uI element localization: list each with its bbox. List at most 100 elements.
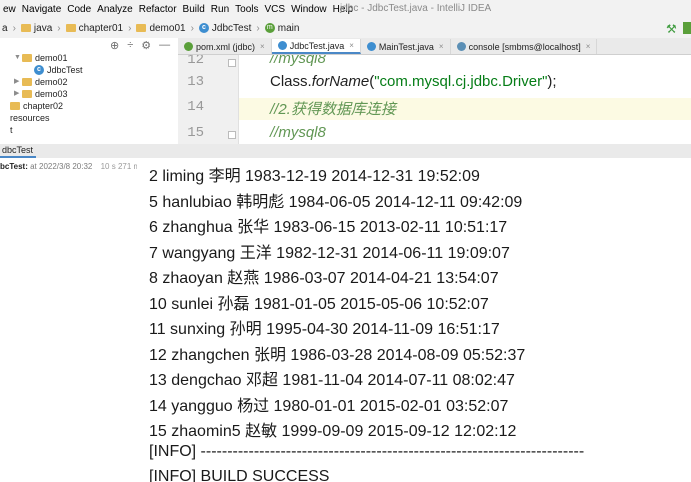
editor-tabs: pom.xml (jdbc) × JdbcTest.java × MainTest.ja… — [178, 38, 691, 55]
console-line: 13 dengchao 邓超 1981-11-04 2014-07-11 08:… — [149, 372, 515, 389]
folder-icon — [136, 24, 147, 32]
editor-tab-label: MainTest.java — [378, 41, 434, 52]
menu-view[interactable]: ew — [0, 4, 19, 15]
project-tree-label: t — [10, 125, 13, 135]
editor-tab-label: JdbcTest.java — [289, 40, 345, 51]
class-icon: c — [198, 23, 209, 33]
chevron-right-icon[interactable]: ▶ — [14, 88, 22, 100]
menu-bar: ew Navigate Code Analyze Refactor Build … — [0, 0, 691, 18]
class-icon — [277, 41, 287, 50]
fold-marker-icon[interactable] — [228, 131, 236, 139]
line-number-gutter: 12 13 14 15 — [178, 55, 239, 144]
project-tree-item[interactable]: resources — [0, 112, 178, 124]
gear-icon[interactable]: ⚙ — [141, 39, 151, 52]
chevron-right-icon: › — [57, 22, 61, 34]
window-title: jdbc - JdbcTest.java - IntelliJ IDEA — [340, 3, 492, 14]
project-tree-item[interactable]: ▼ demo01 — [0, 52, 178, 64]
line-number: 13 — [187, 74, 204, 90]
code-line: //2.获得数据库连接 — [270, 101, 396, 118]
editor-tab[interactable]: pom.xml (jdbc) × — [178, 39, 272, 54]
console-line: 14 yangguo 杨过 1980-01-01 2015-02-01 03:5… — [149, 397, 509, 415]
menu-run[interactable]: Run — [208, 4, 232, 15]
code-editor[interactable]: 12 13 14 15 //mysql8 Class.forName("com.… — [178, 55, 691, 144]
folder-icon — [65, 24, 76, 32]
project-panel: ⊕ ÷ ⚙ — ▼ demo01 c JdbcTest ▶ demo02 ▶ demo03 ch… — [0, 38, 179, 144]
project-tree-item[interactable]: t — [0, 124, 178, 136]
class-icon — [366, 42, 376, 51]
close-icon[interactable]: × — [439, 42, 444, 51]
menu-window[interactable]: Window — [288, 4, 330, 15]
close-icon[interactable]: × — [260, 42, 265, 51]
console-line: 12 zhangchen 张明 1986-03-28 2014-08-09 05… — [149, 346, 526, 364]
maven-icon — [184, 42, 193, 51]
chevron-right-icon: › — [190, 22, 194, 34]
console-output[interactable]: 2 liming 李明 1983-12-19 2014-12-31 19:52:… — [137, 158, 691, 482]
editor-tab[interactable]: console [smbms@localhost] × — [451, 39, 598, 54]
folder-icon — [22, 90, 32, 98]
project-tree-label: resources — [10, 113, 50, 123]
project-tree-label: demo02 — [35, 77, 68, 87]
console-line: 5 hanlubiao 韩明彪 1984-06-05 2014-12-11 09… — [149, 193, 523, 211]
breadcrumb: a › java › chapter01 › demo01 › c JdbcTes… — [0, 18, 691, 39]
console-line: 2 liming 李明 1983-12-19 2014-12-31 19:52:… — [149, 168, 480, 185]
menu-analyze[interactable]: Analyze — [94, 4, 136, 15]
fold-marker-icon[interactable] — [228, 59, 236, 67]
chevron-right-icon: › — [128, 22, 132, 34]
editor-tab-label: pom.xml (jdbc) — [196, 41, 256, 52]
breadcrumb-item-java[interactable]: java — [19, 23, 54, 34]
hide-icon[interactable]: — — [159, 39, 170, 52]
close-icon[interactable]: × — [586, 42, 591, 51]
project-tree-label: chapter02 — [23, 101, 64, 111]
breadcrumb-item-jdbctest[interactable]: c JdbcTest — [197, 23, 253, 34]
console-line: 10 sunlei 孙磊 1981-01-05 2015-05-06 10:52… — [149, 295, 489, 313]
project-tree-label: demo03 — [35, 89, 68, 99]
folder-icon — [20, 24, 31, 32]
run-tab-title[interactable]: dbcTest — [2, 145, 33, 155]
folder-icon — [22, 78, 32, 86]
collapse-all-icon[interactable]: ÷ — [127, 39, 133, 52]
chevron-right-icon[interactable]: ▶ — [14, 76, 22, 88]
breadcrumb-item-demo01[interactable]: demo01 — [134, 23, 187, 34]
project-tree-item[interactable]: c JdbcTest — [0, 64, 178, 76]
breadcrumb-item-main[interactable]: m main — [263, 23, 302, 34]
folder-icon — [10, 102, 20, 110]
menu-code[interactable]: Code — [64, 4, 94, 15]
console-line: 8 zhaoyan 赵燕 1986-03-07 2014-04-21 13:54… — [149, 270, 499, 287]
run-tree-item[interactable]: bcTest: at 2022/3/8 20:32 10 s 271 ms — [0, 162, 144, 171]
console-line: 6 zhanghua 张华 1983-06-15 2013-02-11 10:5… — [149, 219, 508, 236]
project-tree-item[interactable]: ▶ demo02 — [0, 76, 178, 88]
code-line: //mysql8 — [270, 124, 326, 141]
run-tool-window-header: dbcTest — [0, 144, 691, 159]
run-tree: bcTest: at 2022/3/8 20:32 10 s 271 ms — [0, 158, 144, 482]
project-toolbar: ⊕ ÷ ⚙ — — [110, 39, 170, 52]
console-line: [INFO] ---------------------------------… — [149, 442, 585, 460]
run-config-icon[interactable] — [683, 22, 691, 34]
class-icon: c — [34, 65, 44, 75]
line-number: 14 — [187, 99, 204, 115]
breadcrumb-item-chapter01[interactable]: chapter01 — [64, 23, 125, 34]
chevron-right-icon: › — [256, 22, 260, 34]
project-tree-item[interactable]: ▶ demo03 — [0, 88, 178, 100]
menu-build[interactable]: Build — [180, 4, 208, 15]
close-icon[interactable]: × — [349, 41, 354, 50]
build-hammer-icon[interactable]: ⚒ — [666, 22, 677, 36]
project-tree-label: JdbcTest — [47, 65, 83, 75]
editor-tab-label: console [smbms@localhost] — [468, 41, 581, 52]
breadcrumb-item-root[interactable]: a — [0, 23, 10, 34]
chevron-right-icon: › — [12, 22, 16, 34]
menu-vcs[interactable]: VCS — [262, 4, 289, 15]
locate-icon[interactable]: ⊕ — [110, 39, 119, 52]
menu-navigate[interactable]: Navigate — [19, 4, 64, 15]
menu-refactor[interactable]: Refactor — [136, 4, 180, 15]
editor-tab[interactable]: JdbcTest.java × — [271, 39, 361, 54]
console-icon — [456, 42, 466, 51]
project-tree-label: demo01 — [35, 53, 68, 63]
project-tree-item[interactable]: chapter02 — [0, 100, 178, 112]
method-icon: m — [264, 23, 275, 33]
chevron-down-icon[interactable]: ▼ — [14, 52, 22, 64]
console-line: 15 zhaomin5 赵敏 1999-09-09 2015-09-12 12:… — [149, 423, 517, 440]
menu-tools[interactable]: Tools — [232, 4, 261, 15]
editor-tab[interactable]: MainTest.java × — [361, 39, 451, 54]
line-number: 12 — [187, 55, 204, 68]
folder-icon — [22, 54, 32, 62]
